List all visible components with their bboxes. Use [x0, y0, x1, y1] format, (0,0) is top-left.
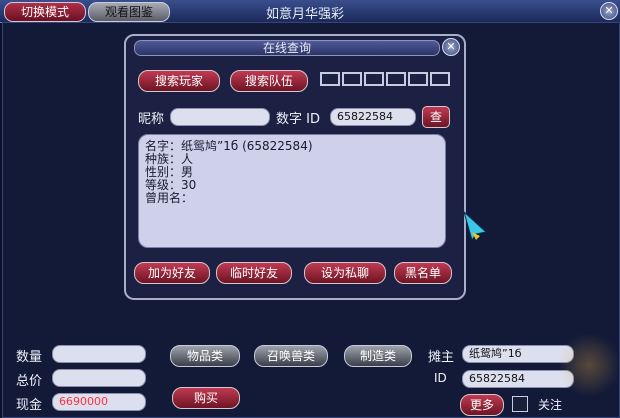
title-bar: 切换模式 观看图鉴 如意月华强彩 ✕ [0, 0, 620, 23]
search-player-button[interactable]: 搜索玩家 [138, 70, 220, 92]
nickname-field[interactable] [170, 108, 270, 126]
id-label: ID [434, 371, 447, 385]
items-category-button[interactable]: 物品类 [170, 345, 240, 367]
quantity-field[interactable] [52, 345, 146, 363]
summon-beast-category-button[interactable]: 召唤兽类 [254, 345, 328, 367]
total-price-label: 总价 [16, 374, 43, 389]
dialog-title: 在线查询 [134, 40, 440, 56]
private-chat-button[interactable]: 设为私聊 [304, 262, 386, 284]
total-price-field [52, 369, 146, 387]
stall-owner-label: 摊主 [428, 350, 455, 365]
online-query-dialog: 在线查询 ✕ 搜索玩家 搜索队伍 昵称 数字 ID 65822584 查 名字：… [124, 34, 466, 300]
cash-label: 现金 [16, 398, 43, 413]
blacklist-button[interactable]: 黑名单 [394, 262, 452, 284]
temp-friend-button[interactable]: 临时好友 [216, 262, 292, 284]
add-friend-button[interactable]: 加为好友 [134, 262, 210, 284]
dialog-close-icon[interactable]: ✕ [442, 38, 460, 56]
more-button[interactable]: 更多 [460, 394, 504, 416]
number-id-label: 数字 ID [276, 112, 320, 127]
nickname-label: 昵称 [138, 112, 165, 127]
cash-field: 6690000 [52, 393, 146, 411]
player-info-box: 名字：纸鸳鸠”1б (65822584) 种族：人 性别：男 等级：30 曾用名… [138, 134, 446, 248]
watermark-logo [560, 330, 618, 400]
stall-owner-field: 纸鸳鸠”1б [462, 345, 574, 363]
close-icon[interactable]: ✕ [600, 2, 618, 20]
search-team-button[interactable]: 搜索队伍 [230, 70, 308, 92]
window-title: 如意月华强彩 [265, 7, 344, 22]
query-button[interactable]: 查 [422, 106, 450, 128]
stall-id-field: 65822584 [462, 370, 574, 388]
follow-label: 关注 [538, 398, 563, 412]
buy-button[interactable]: 购买 [172, 387, 240, 409]
follow-checkbox[interactable] [512, 396, 528, 412]
quantity-label: 数量 [16, 350, 43, 365]
cursor-icon [463, 210, 488, 242]
view-catalog-button[interactable]: 观看图鉴 [88, 2, 170, 22]
switch-mode-button[interactable]: 切换模式 [4, 2, 86, 22]
number-id-field[interactable]: 65822584 [330, 108, 416, 126]
info-former-names: 曾用名： [145, 191, 194, 205]
crafting-category-button[interactable]: 制造类 [344, 345, 412, 367]
decorative-pattern [320, 72, 450, 86]
